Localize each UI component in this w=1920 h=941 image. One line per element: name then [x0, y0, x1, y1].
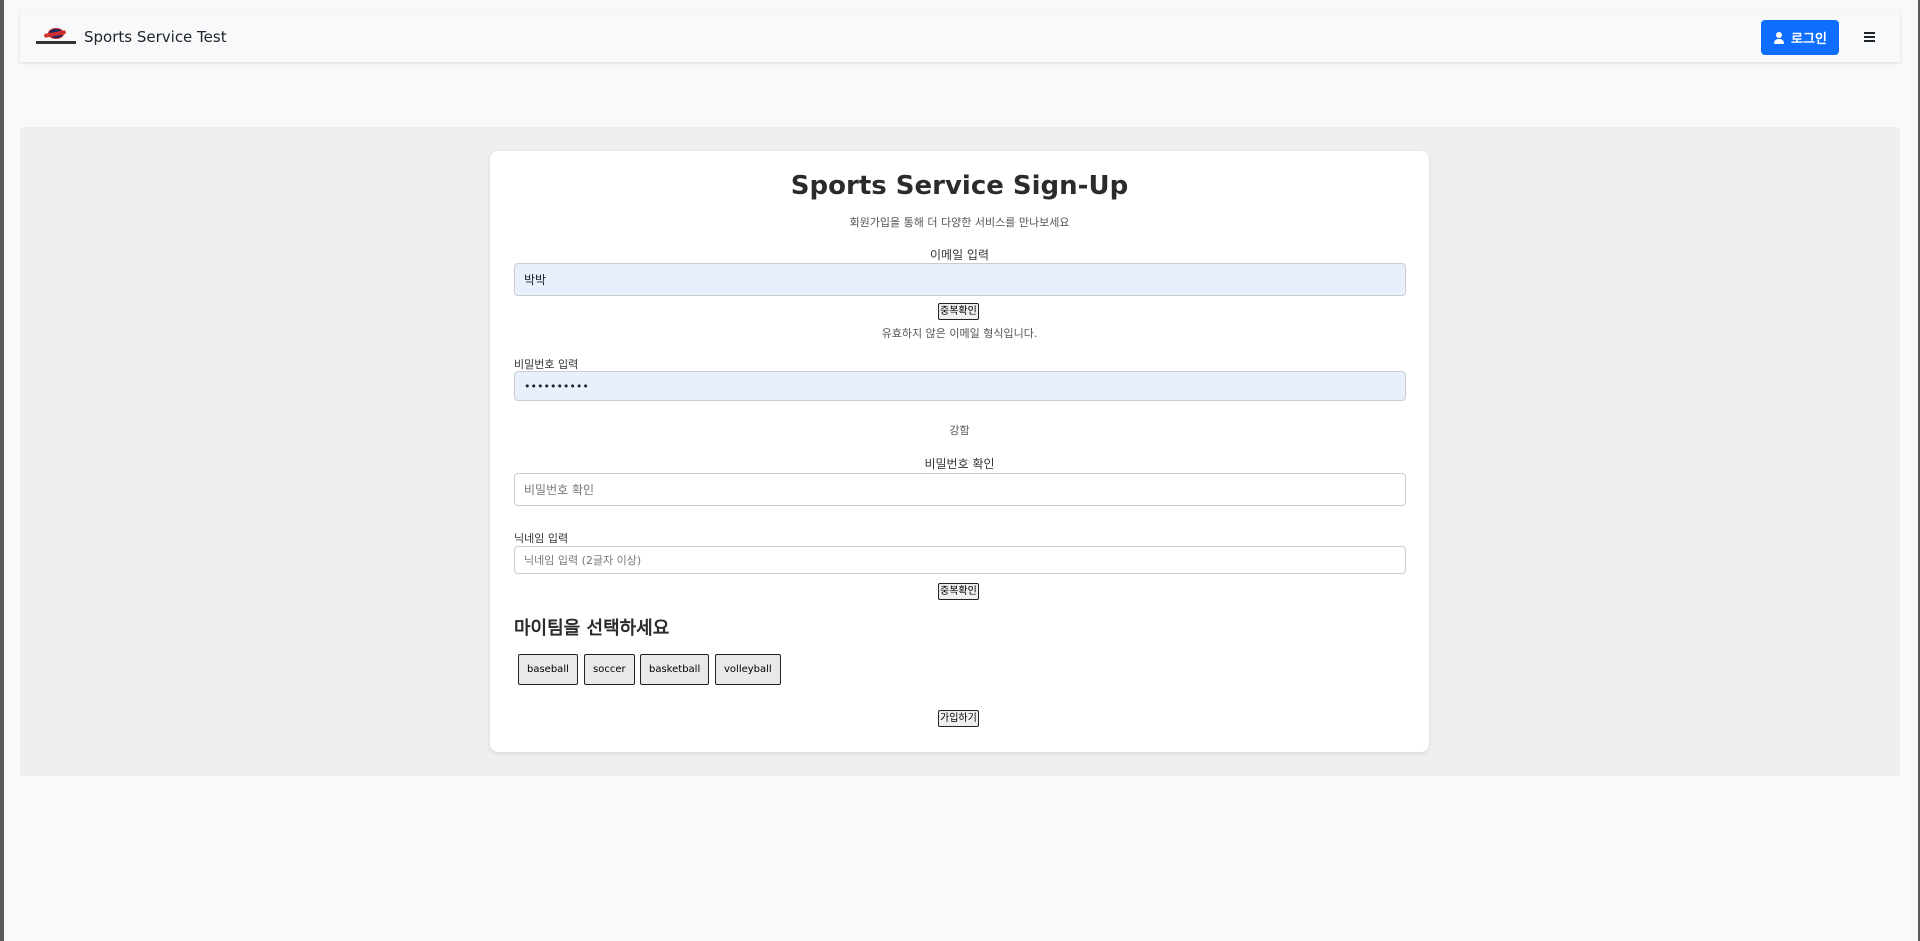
- signup-card: Sports Service Sign-Up 회원가입을 통해 더 다양한 서비…: [490, 151, 1429, 752]
- team-option-basketball[interactable]: basketball: [640, 654, 710, 685]
- email-label: 이메일 입력: [929, 248, 989, 262]
- password-field[interactable]: [514, 371, 1406, 401]
- brand-title: Sports Service Test: [84, 28, 227, 46]
- team-heading: 마이팀을 선택하세요: [514, 618, 670, 639]
- email-error-message: 유효하지 않은 이메일 형식입니다.: [881, 327, 1038, 340]
- page-subtitle: 회원가입을 통해 더 다양한 서비스를 만나보세요: [849, 216, 1070, 229]
- team-option-volleyball[interactable]: volleyball: [715, 654, 781, 685]
- hamburger-menu-icon[interactable]: [1858, 26, 1882, 48]
- brand-link[interactable]: Sports Service Test: [36, 25, 227, 49]
- nickname-label: 닉네임 입력: [514, 532, 569, 545]
- window-frame-left: [0, 0, 4, 941]
- page-title: Sports Service Sign-Up: [790, 171, 1129, 201]
- login-button-label: 로그인: [1791, 32, 1827, 47]
- email-check-button[interactable]: 중복확인: [938, 303, 979, 320]
- nickname-check-button[interactable]: 중복확인: [938, 583, 979, 600]
- navbar: Sports Service Test 로그인: [20, 12, 1900, 62]
- team-option-baseball[interactable]: baseball: [518, 654, 578, 685]
- password-label: 비밀번호 입력: [514, 358, 579, 371]
- email-field[interactable]: [514, 263, 1406, 296]
- nickname-field[interactable]: [514, 546, 1406, 574]
- team-option-soccer[interactable]: soccer: [584, 654, 635, 685]
- signup-submit-button[interactable]: 가입하기: [938, 710, 979, 727]
- password-confirm-label: 비밀번호 확인: [924, 457, 995, 471]
- password-confirm-field[interactable]: [514, 473, 1406, 506]
- login-button[interactable]: 로그인: [1761, 20, 1839, 55]
- brand-logo: [36, 26, 76, 48]
- password-strength: 강함: [949, 424, 970, 437]
- user-icon: [1773, 31, 1785, 44]
